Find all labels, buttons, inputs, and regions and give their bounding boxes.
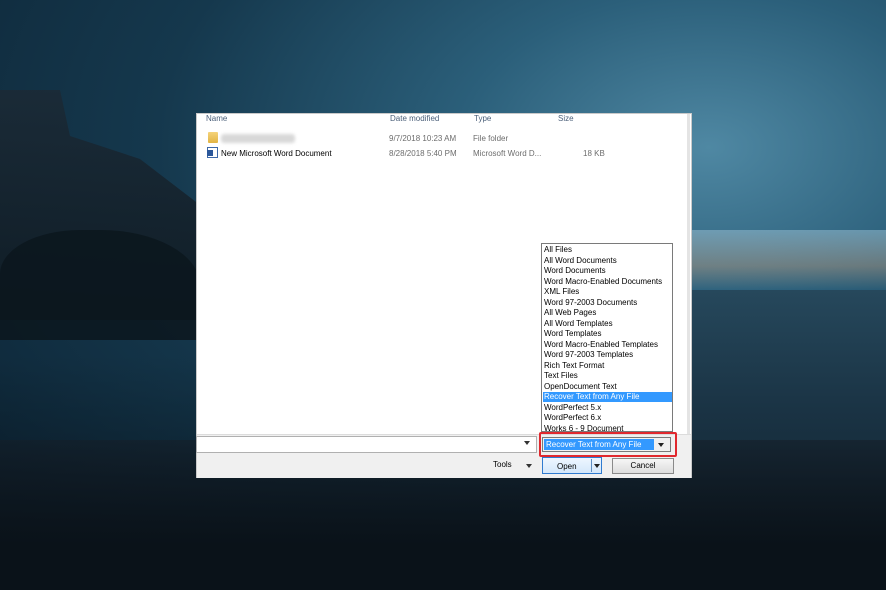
folder-icon	[208, 132, 218, 143]
red-highlight-annotation	[539, 432, 677, 457]
file-type-option[interactable]: Word Templates	[543, 329, 672, 339]
file-type-option-selected[interactable]: Recover Text from Any File	[543, 392, 672, 402]
file-date: 8/28/2018 5:40 PM	[389, 149, 457, 158]
file-name-dropdown-arrow-icon[interactable]	[524, 441, 530, 445]
file-row-folder[interactable]: 9/7/2018 10:23 AM File folder	[205, 132, 675, 145]
file-type-option[interactable]: All Word Documents	[543, 256, 672, 266]
file-type-option[interactable]: All Files	[543, 245, 672, 255]
open-options-arrow-icon[interactable]	[594, 464, 600, 468]
file-date: 9/7/2018 10:23 AM	[389, 134, 457, 143]
file-row-word-document[interactable]: New Microsoft Word Document 8/28/2018 5:…	[205, 147, 675, 160]
column-header-size[interactable]: Size	[558, 114, 574, 123]
file-type-option[interactable]: Text Files	[543, 371, 672, 381]
file-name: New Microsoft Word Document	[221, 149, 332, 158]
file-type-option[interactable]: Word 97-2003 Documents	[543, 298, 672, 308]
file-type-option[interactable]: Word Macro-Enabled Templates	[543, 340, 672, 350]
file-type-option[interactable]: All Web Pages	[543, 308, 672, 318]
file-type-option[interactable]: XML Files	[543, 287, 672, 297]
blurred-folder-name	[221, 134, 295, 143]
file-type-option[interactable]: Word 97-2003 Templates	[543, 350, 672, 360]
file-type-option[interactable]: Works 6 - 9 Document	[543, 424, 672, 432]
file-type-dropdown-list[interactable]: All Files All Word Documents Word Docume…	[541, 243, 673, 432]
open-button[interactable]: Open	[542, 457, 602, 474]
tools-dropdown-arrow-icon[interactable]	[526, 464, 532, 468]
tools-menu[interactable]: Tools	[493, 460, 512, 469]
word-document-icon	[207, 147, 218, 158]
file-type-option[interactable]: WordPerfect 5.x	[543, 403, 672, 413]
background-rocks	[0, 230, 200, 340]
file-size: 18 KB	[583, 149, 605, 158]
file-type-option[interactable]: WordPerfect 6.x	[543, 413, 672, 423]
file-type-option[interactable]: Word Macro-Enabled Documents	[543, 277, 672, 287]
column-header-date-modified[interactable]: Date modified	[390, 114, 439, 123]
open-button-label: Open	[557, 462, 577, 471]
list-scrollbar[interactable]	[687, 114, 690, 434]
dialog-footer: Recover Text from Any File Tools Open Ca…	[196, 432, 691, 478]
file-type-option[interactable]: Word Documents	[543, 266, 672, 276]
open-button-divider	[591, 459, 592, 472]
file-type-option[interactable]: All Word Templates	[543, 319, 672, 329]
file-type: File folder	[473, 134, 509, 143]
file-name-input[interactable]	[196, 436, 537, 453]
cancel-button[interactable]: Cancel	[612, 458, 674, 474]
column-header-type[interactable]: Type	[474, 114, 491, 123]
column-header-name[interactable]: Name	[206, 114, 227, 123]
file-type-option[interactable]: Rich Text Format	[543, 361, 672, 371]
file-type-option[interactable]: OpenDocument Text	[543, 382, 672, 392]
file-type: Microsoft Word D...	[473, 149, 542, 158]
